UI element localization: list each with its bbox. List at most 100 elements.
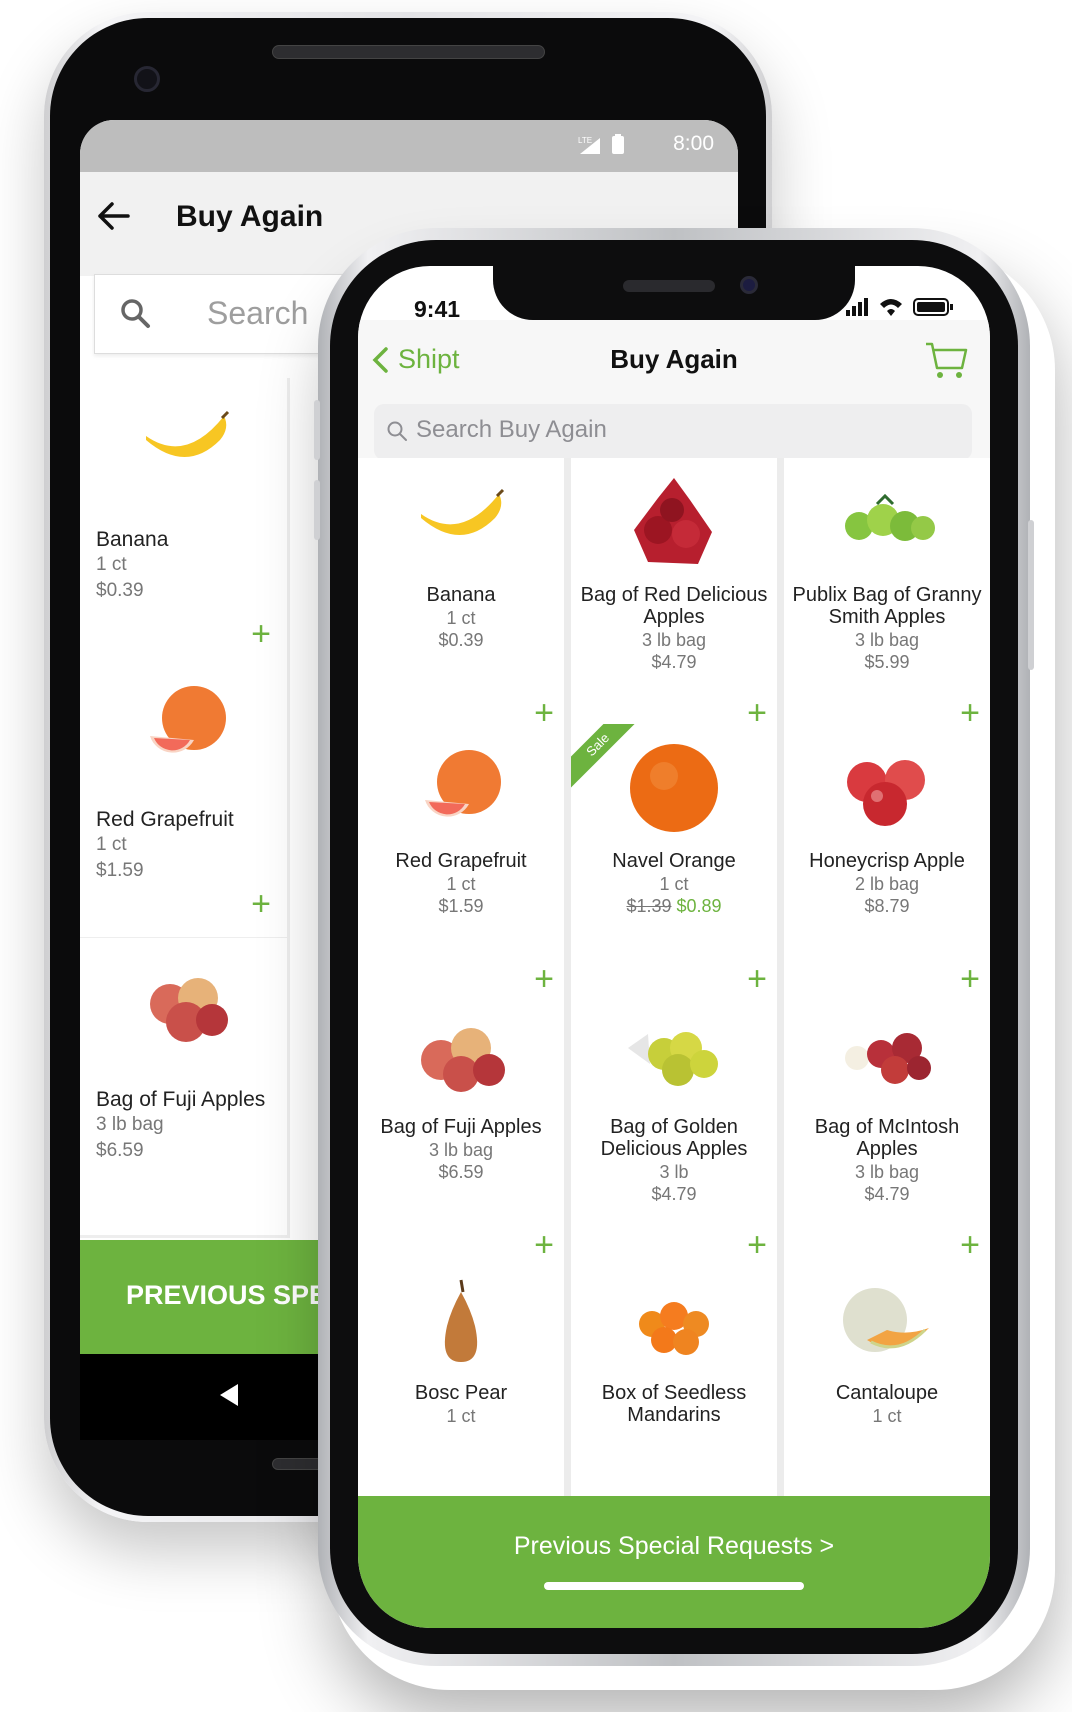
status-bar: LTE 8:00 bbox=[80, 120, 738, 172]
product-card[interactable]: Honeycrisp Apple 2 lb bag $8.79 + bbox=[784, 724, 990, 1008]
product-card[interactable]: Bosc Pear 1 ct bbox=[358, 1256, 564, 1496]
status-time: 9:41 bbox=[414, 296, 461, 322]
product-name: Bag of Fuji Apples bbox=[380, 1116, 542, 1138]
product-card[interactable]: Publix Bag of Granny Smith Apples 3 lb b… bbox=[784, 458, 990, 742]
search-icon bbox=[121, 299, 150, 328]
product-unit: 3 lb bbox=[659, 1162, 689, 1182]
product-unit: 3 lb bag bbox=[854, 630, 920, 650]
banana-icon bbox=[421, 488, 505, 535]
product-price: $5.99 bbox=[864, 652, 910, 672]
product-unit: 3 lb bag bbox=[641, 630, 707, 650]
product-unit: 1 ct bbox=[659, 874, 689, 894]
product-unit: 3 lb bag bbox=[96, 1114, 164, 1135]
product-price: $6.59 bbox=[438, 1162, 484, 1182]
button-label: PREVIOUS SPE bbox=[126, 1280, 328, 1310]
sale-price: $0.89 bbox=[676, 896, 722, 916]
product-name: Bag of Golden Delicious Apples bbox=[600, 1116, 748, 1160]
signal-battery-icon: LTE bbox=[578, 134, 638, 159]
product-price: $4.79 bbox=[864, 1184, 910, 1204]
status-time: 8:00 bbox=[673, 132, 714, 155]
product-price: $1.59 bbox=[438, 896, 484, 916]
fuji-apples-icon bbox=[150, 978, 228, 1042]
product-price: $0.39 bbox=[96, 580, 144, 601]
front-camera bbox=[740, 276, 758, 294]
search-placeholder: Search bbox=[207, 295, 309, 331]
speaker-grille bbox=[272, 45, 545, 59]
earpiece bbox=[623, 280, 715, 292]
signal-wifi-battery-icon bbox=[846, 298, 953, 316]
product-card[interactable]: Bag of Fuji Apples 3 lb bag $6.59 + bbox=[358, 990, 564, 1274]
product-name: Honeycrisp Apple bbox=[809, 850, 965, 872]
add-to-cart-button[interactable]: + bbox=[251, 887, 271, 921]
product-card[interactable]: Cantaloupe 1 ct bbox=[784, 1256, 990, 1496]
volume-down-button bbox=[314, 480, 320, 540]
product-card[interactable]: Bag of McIntosh Apples 3 lb bag $4.79 + bbox=[784, 990, 990, 1274]
button-label: Previous Special Requests > bbox=[513, 1532, 835, 1560]
nav-back-icon[interactable] bbox=[220, 1384, 238, 1406]
grapefruit-icon bbox=[425, 750, 501, 817]
product-price: $1.39 $0.89 bbox=[571, 896, 777, 917]
grapefruit-icon bbox=[150, 686, 226, 753]
orange-icon bbox=[630, 744, 718, 832]
product-name: Bag of Red Delicious Apples bbox=[580, 584, 768, 628]
product-name: Cantaloupe bbox=[835, 1382, 939, 1404]
previous-special-requests-button[interactable]: Previous Special Requests > bbox=[358, 1496, 990, 1628]
search-icon bbox=[387, 421, 407, 441]
product-card[interactable]: Box of Seedless Mandarins bbox=[571, 1256, 777, 1496]
product-card[interactable]: Banana 1 ct $0.39 + bbox=[358, 458, 564, 742]
product-name: Red Grapefruit bbox=[96, 808, 234, 831]
banana-icon bbox=[146, 410, 230, 457]
svg-text:LTE: LTE bbox=[578, 136, 592, 145]
product-card[interactable]: Bag of Red Delicious Apples 3 lb bag $4.… bbox=[571, 458, 777, 742]
original-price: $1.39 bbox=[626, 896, 672, 916]
iphone-screen: 9:41 Shipt Buy Again Search Buy Again Ba… bbox=[358, 266, 990, 1628]
red-apples-bag-icon bbox=[634, 478, 712, 564]
back-arrow-icon[interactable] bbox=[96, 198, 132, 243]
product-card[interactable]: Banana 1 ct $0.39 + bbox=[80, 378, 290, 670]
product-unit: 1 ct bbox=[446, 874, 476, 894]
product-name: Banana bbox=[426, 584, 496, 606]
product-name: Bag of McIntosh Apples bbox=[814, 1116, 960, 1160]
product-unit: 3 lb bag bbox=[854, 1162, 920, 1182]
volume-up-button bbox=[314, 400, 320, 460]
product-name: Box of Seedless Mandarins bbox=[601, 1382, 747, 1426]
product-price: $6.59 bbox=[96, 1140, 144, 1161]
add-to-cart-button[interactable]: + bbox=[251, 617, 271, 651]
notch bbox=[493, 266, 855, 320]
page-title: Buy Again bbox=[176, 200, 324, 233]
front-camera bbox=[134, 66, 160, 92]
product-card[interactable]: Bag of Fuji Apples 3 lb bag $6.59 bbox=[80, 938, 290, 1238]
product-name: Banana bbox=[96, 528, 169, 551]
product-unit: 2 lb bag bbox=[854, 874, 920, 894]
product-name: Publix Bag of Granny Smith Apples bbox=[792, 584, 982, 628]
product-card[interactable]: Bag of Golden Delicious Apples 3 lb $4.7… bbox=[571, 990, 777, 1274]
side-button bbox=[1028, 520, 1034, 670]
product-unit: 1 ct bbox=[446, 608, 476, 628]
product-name: Bag of Fuji Apples bbox=[96, 1088, 266, 1111]
product-price: $1.59 bbox=[96, 860, 144, 881]
cantaloupe-icon bbox=[843, 1288, 929, 1352]
product-name: Red Grapefruit bbox=[395, 850, 527, 872]
product-card[interactable]: Red Grapefruit 1 ct $1.59 + bbox=[358, 724, 564, 1008]
mcintosh-icon bbox=[845, 1033, 931, 1084]
product-price: $0.39 bbox=[438, 630, 484, 650]
product-card[interactable]: Red Grapefruit 1 ct $1.59 + bbox=[80, 658, 290, 940]
product-unit: 1 ct bbox=[96, 834, 127, 855]
green-apples-icon bbox=[845, 493, 935, 541]
home-indicator bbox=[544, 1582, 804, 1590]
product-card[interactable]: Sale Navel Orange 1 ct $1.39 $0.89 + bbox=[571, 724, 777, 1008]
golden-apples-icon bbox=[628, 1032, 718, 1086]
pear-icon bbox=[444, 1279, 478, 1362]
search-placeholder: Search Buy Again bbox=[416, 416, 607, 443]
page-title: Buy Again bbox=[610, 344, 738, 374]
mandarins-icon bbox=[639, 1302, 709, 1355]
fuji-apples-icon bbox=[421, 1028, 505, 1092]
cart-icon[interactable] bbox=[924, 340, 968, 380]
product-price: $8.79 bbox=[864, 896, 910, 916]
honeycrisp-icon bbox=[847, 760, 925, 826]
search-input[interactable]: Search Buy Again bbox=[374, 404, 972, 460]
product-unit: 1 ct bbox=[872, 1406, 902, 1426]
product-name: Bosc Pear bbox=[414, 1382, 508, 1404]
product-unit: 3 lb bag bbox=[428, 1140, 494, 1160]
product-grid: Banana 1 ct $0.39 + Bag of Red Delicious… bbox=[358, 458, 990, 1496]
